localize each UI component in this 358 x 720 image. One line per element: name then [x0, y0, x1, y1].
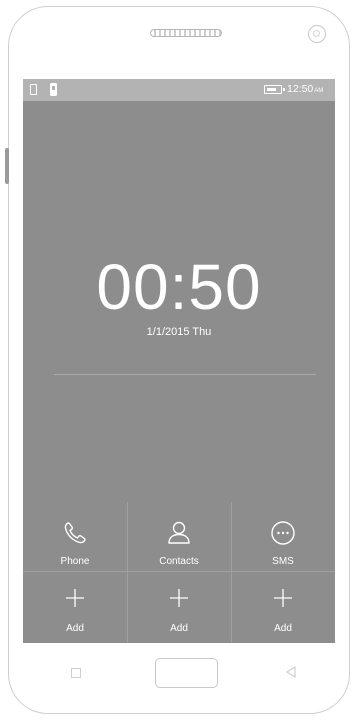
shortcut-label: SMS [272, 556, 294, 567]
status-time: 12:50AM [287, 83, 323, 95]
shortcut-label: Phone [60, 556, 90, 567]
divider [54, 374, 316, 375]
home-button[interactable] [155, 658, 218, 688]
status-time-value: 12:50 [287, 83, 314, 95]
battery-icon [264, 85, 285, 94]
shortcut-label: Contacts [159, 556, 199, 567]
sms-icon [271, 521, 295, 545]
notification-icon [50, 83, 57, 96]
lock-screen: 12:50AM 00:50 1/1/2015 Thu Phone Contact… [23, 79, 335, 643]
add-shortcut-slot[interactable]: Add [127, 572, 231, 643]
contacts-icon [168, 521, 190, 544]
recent-apps-button[interactable] [71, 668, 81, 678]
volume-side-button [5, 148, 9, 184]
earpiece-speaker [150, 29, 222, 37]
add-label: Add [170, 623, 188, 634]
plus-icon [274, 589, 292, 607]
status-time-ampm: AM [314, 88, 324, 94]
add-label: Add [66, 623, 84, 634]
add-label: Add [274, 623, 292, 634]
back-button[interactable] [284, 665, 298, 679]
plus-icon [66, 589, 84, 607]
add-shortcut-slot[interactable]: Add [231, 572, 335, 643]
add-shortcut-slot[interactable]: Add [23, 572, 127, 643]
lock-date: 1/1/2015 Thu [146, 326, 212, 338]
shortcut-grid: Phone Contacts SMS Add Add Add [23, 502, 335, 643]
plus-icon [170, 589, 188, 607]
shortcut-phone[interactable]: Phone [23, 502, 127, 571]
status-bar: 12:50AM [23, 79, 335, 101]
sim-card-icon [30, 84, 37, 95]
front-camera-icon [308, 25, 326, 43]
shortcut-contacts[interactable]: Contacts [127, 502, 231, 571]
shortcut-sms[interactable]: SMS [231, 502, 335, 571]
lock-clock: 00:50 [96, 251, 262, 323]
phone-icon [64, 522, 86, 544]
